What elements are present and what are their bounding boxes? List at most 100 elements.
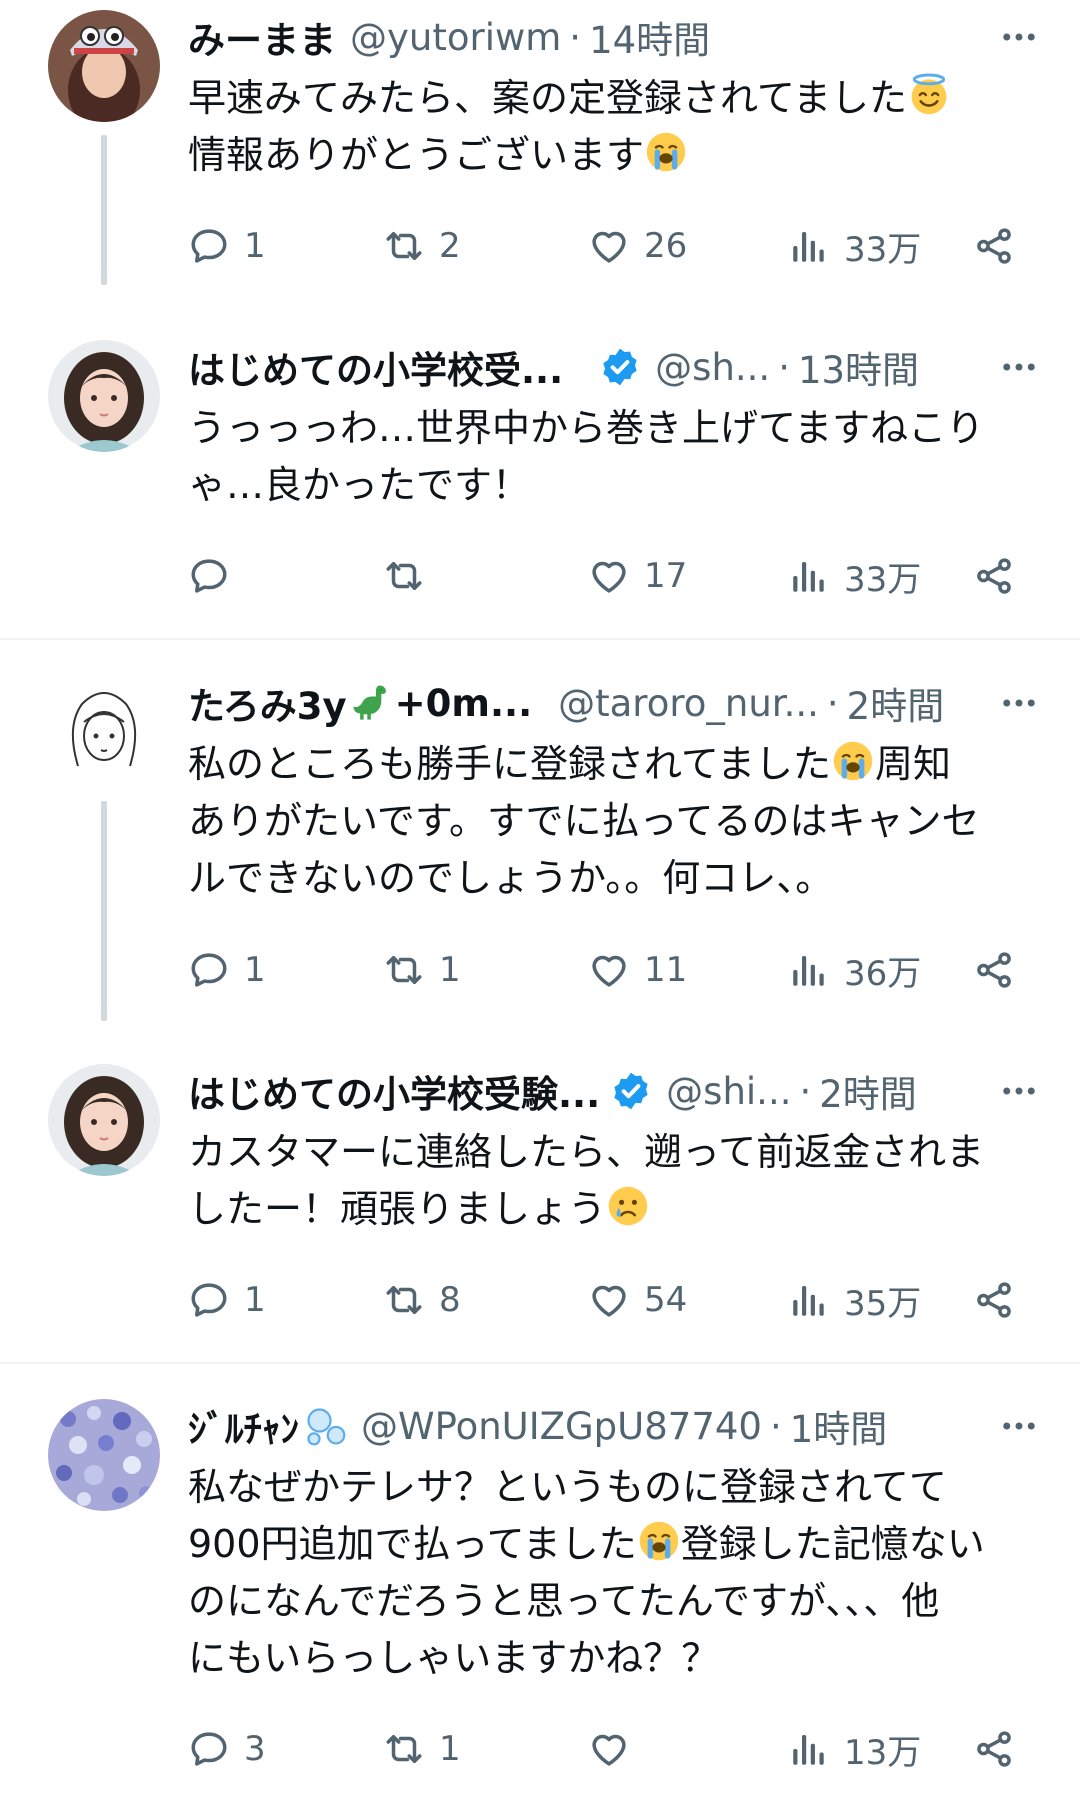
- like-count: 26: [644, 226, 688, 266]
- more-icon[interactable]: [990, 1066, 1040, 1116]
- bubbles-emoji-icon: [307, 1408, 346, 1446]
- like-button[interactable]: [588, 1719, 644, 1779]
- like-button[interactable]: 17: [588, 546, 687, 606]
- crying-face-emoji-icon: [606, 1184, 650, 1228]
- retweet-button[interactable]: 1: [383, 940, 461, 1000]
- separator-dot: ·: [569, 15, 582, 59]
- timestamp[interactable]: 2時間: [847, 676, 945, 730]
- loudly-crying-emoji-icon: [644, 130, 688, 174]
- retweet-button[interactable]: 2: [383, 216, 461, 276]
- user-handle[interactable]: @yutoriwm: [350, 16, 561, 59]
- user-handle[interactable]: @WPonUIZGpU87740: [361, 1405, 762, 1448]
- reply-count: 3: [244, 1729, 266, 1769]
- user-handle[interactable]: @sh...: [655, 346, 770, 389]
- share-button[interactable]: [973, 940, 1015, 1000]
- retweet-count: 8: [439, 1280, 461, 1320]
- like-button[interactable]: 54: [588, 1270, 687, 1330]
- avatar[interactable]: [48, 676, 160, 788]
- share-icon: [973, 949, 1015, 991]
- like-count: 11: [644, 950, 688, 990]
- views-button[interactable]: 35万: [788, 1270, 921, 1330]
- text-line: のになんでだろうと思ってたんですが、、、他: [188, 1579, 940, 1623]
- display-name[interactable]: ｼﾞﾙﾁｬﾝ: [188, 1399, 299, 1453]
- tweet-text: カスタマーに連絡したら、遡って前返金されま したー！頑張りましょう: [188, 1124, 1040, 1238]
- user-handle[interactable]: @taroro_nur...: [558, 682, 819, 725]
- tweet[interactable]: ｼﾞﾙﾁｬﾝ @WPonUIZGpU87740 · 1時間 私なぜかテレサ？とい…: [0, 1389, 1080, 1803]
- views-count: 33万: [844, 229, 922, 270]
- retweet-button[interactable]: 8: [383, 1270, 461, 1330]
- retweet-icon: [383, 1279, 425, 1321]
- tweet[interactable]: みーまま @yutoriwm · 14時間 早速みてみたら、案の定登録されてまし…: [0, 0, 1080, 300]
- tweet-text: 私なぜかテレサ？というものに登録されてて 900円追加で払ってました 登録した記憶…: [188, 1459, 1040, 1687]
- share-button[interactable]: [973, 1270, 1015, 1330]
- views-button[interactable]: 33万: [788, 216, 921, 276]
- like-icon: [588, 555, 630, 597]
- views-button[interactable]: 36万: [788, 940, 921, 1000]
- action-bar: 17 33万: [188, 546, 1033, 606]
- like-button[interactable]: 11: [588, 940, 687, 1000]
- text-line: 900円追加で払ってました: [188, 1522, 637, 1566]
- thread-line: [101, 135, 107, 285]
- avatar[interactable]: [48, 340, 160, 452]
- retweet-button[interactable]: [383, 546, 439, 606]
- like-count: 54: [644, 1280, 688, 1320]
- reply-button[interactable]: 1: [188, 216, 266, 276]
- text-line: 早速みてみたら、案の定登録されてました: [188, 76, 907, 120]
- avatar[interactable]: [48, 1064, 160, 1176]
- tweet[interactable]: はじめての小学校受験... @shi... · 2時間 カスタマーに連絡したら、…: [0, 1054, 1080, 1354]
- share-button[interactable]: [973, 1719, 1015, 1779]
- share-icon: [973, 555, 1015, 597]
- timestamp[interactable]: 14時間: [589, 10, 710, 64]
- action-bar: 1 8 54 35万: [188, 1270, 1033, 1330]
- tweet[interactable]: はじめての小学校受... @sh... · 13時間 うっっっわ…世界中から巻き…: [0, 330, 1080, 630]
- retweet-count: 1: [439, 1729, 461, 1769]
- more-icon[interactable]: [990, 342, 1040, 392]
- views-icon: [788, 555, 830, 597]
- views-icon: [788, 1279, 830, 1321]
- divider: [0, 638, 1080, 640]
- timestamp[interactable]: 13時間: [798, 340, 919, 394]
- reply-button[interactable]: 3: [188, 1719, 266, 1779]
- views-icon: [788, 949, 830, 991]
- tweet-header: はじめての小学校受... @sh... · 13時間: [188, 342, 1040, 392]
- display-name[interactable]: はじめての小学校受...: [188, 340, 563, 394]
- timestamp[interactable]: 1時間: [790, 1399, 888, 1453]
- views-button[interactable]: 13万: [788, 1719, 921, 1779]
- user-handle[interactable]: @shi...: [666, 1070, 791, 1113]
- more-icon[interactable]: [990, 12, 1040, 62]
- thread-line: [101, 801, 107, 1021]
- loudly-crying-emoji-icon: [637, 1519, 681, 1563]
- reply-count: 1: [244, 1280, 266, 1320]
- action-bar: 3 1 13万: [188, 1719, 1033, 1779]
- verified-icon: [610, 1070, 652, 1112]
- retweet-icon: [383, 225, 425, 267]
- tweet-header: たろみ3y +0m... @taroro_nur... · 2時間: [188, 678, 1040, 728]
- display-name-part: たろみ3y: [188, 685, 347, 728]
- avatar[interactable]: [48, 1399, 160, 1511]
- retweet-button[interactable]: 1: [383, 1719, 461, 1779]
- display-name[interactable]: はじめての小学校受験...: [188, 1064, 600, 1118]
- share-button[interactable]: [973, 216, 1015, 276]
- dinosaur-emoji-icon: [353, 685, 386, 720]
- like-button[interactable]: 26: [588, 216, 687, 276]
- text-line: 私なぜかテレサ？というものに登録されてて: [188, 1465, 947, 1509]
- display-name[interactable]: みーまま: [188, 10, 336, 64]
- display-name[interactable]: たろみ3y +0m...: [188, 676, 532, 730]
- more-icon[interactable]: [990, 1401, 1040, 1451]
- more-icon[interactable]: [990, 678, 1040, 728]
- avatar[interactable]: [48, 10, 160, 122]
- share-icon: [973, 1728, 1015, 1770]
- reply-button[interactable]: [188, 546, 244, 606]
- views-button[interactable]: 33万: [788, 546, 921, 606]
- like-count: 17: [644, 556, 688, 596]
- reply-button[interactable]: 1: [188, 1270, 266, 1330]
- display-name-part: +0m...: [394, 681, 533, 725]
- reply-icon: [188, 949, 230, 991]
- timestamp[interactable]: 2時間: [819, 1064, 917, 1118]
- views-icon: [788, 225, 830, 267]
- reply-icon: [188, 555, 230, 597]
- share-button[interactable]: [973, 546, 1015, 606]
- text-line: 私のところも勝手に登録されてました: [188, 742, 831, 786]
- reply-button[interactable]: 1: [188, 940, 266, 1000]
- tweet[interactable]: たろみ3y +0m... @taroro_nur... · 2時間 私のところも…: [0, 666, 1080, 1036]
